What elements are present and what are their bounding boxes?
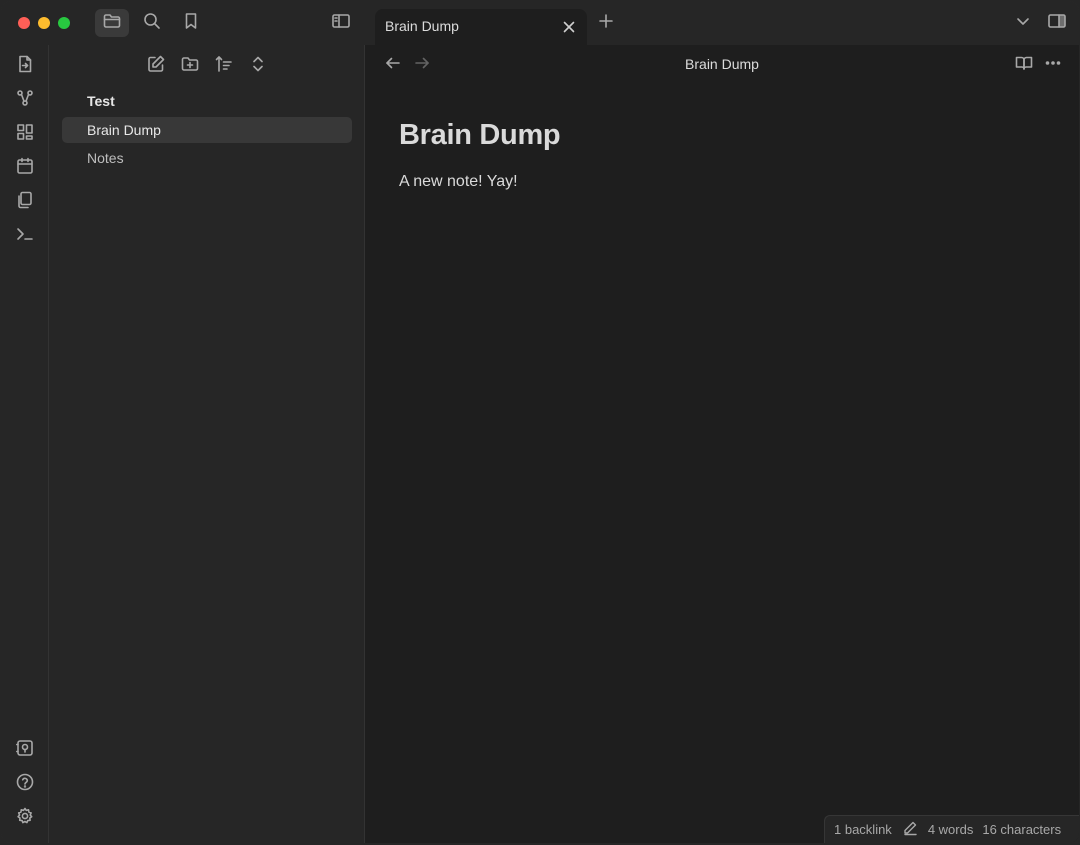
daily-note-button[interactable] <box>14 157 36 179</box>
templates-button[interactable] <box>14 191 36 213</box>
file-explorer-button[interactable] <box>95 9 129 37</box>
editing-mode-button[interactable] <box>902 820 918 839</box>
right-sidebar-toggle-icon <box>1047 11 1067 36</box>
sidebar-toggle-icon <box>331 11 351 36</box>
note-body-text[interactable]: A new note! Yay! <box>399 173 518 191</box>
folder-icon <box>102 11 122 36</box>
calendar-icon <box>15 156 35 181</box>
close-window-button[interactable] <box>18 17 30 29</box>
vault-switcher-button[interactable] <box>14 739 36 761</box>
view-header-title[interactable]: Brain Dump <box>365 56 1079 72</box>
quick-switcher-button[interactable] <box>14 55 36 77</box>
file-explorer-panel: Test Brain Dump Notes <box>49 45 365 843</box>
tab-list-button[interactable] <box>1006 9 1040 37</box>
note-heading[interactable]: Brain Dump <box>399 119 561 152</box>
templates-icon <box>15 190 35 215</box>
file-switch-icon <box>15 54 35 79</box>
reading-view-icon <box>1014 53 1034 78</box>
title-bar: Brain Dump <box>1 1 1079 45</box>
vault-icon <box>15 738 35 763</box>
collapse-all-button[interactable] <box>247 55 269 77</box>
close-icon <box>561 21 577 39</box>
new-note-button[interactable] <box>145 55 167 77</box>
help-button[interactable] <box>14 773 36 795</box>
more-options-button[interactable] <box>1043 55 1063 75</box>
bookmarks-button[interactable] <box>174 9 208 37</box>
graph-icon <box>15 88 35 113</box>
tab-title: Brain Dump <box>385 18 459 34</box>
search-button[interactable] <box>135 9 169 37</box>
settings-button[interactable] <box>14 807 36 829</box>
sort-button[interactable] <box>213 55 235 77</box>
help-icon <box>15 772 35 797</box>
reading-view-button[interactable] <box>1014 55 1034 75</box>
word-count: 4 words <box>927 822 974 837</box>
new-tab-button[interactable] <box>589 9 623 37</box>
graph-view-button[interactable] <box>14 89 36 111</box>
new-folder-icon <box>180 54 200 79</box>
app-window: Brain Dump Test Brain Dump Notes Brain D… <box>1 1 1079 843</box>
backlink-count[interactable]: 1 backlink <box>834 822 892 837</box>
canvas-button[interactable] <box>14 123 36 145</box>
status-bar: 1 backlink 4 words 16 characters <box>824 815 1079 843</box>
left-ribbon <box>1 45 49 843</box>
command-palette-button[interactable] <box>14 225 36 247</box>
file-item-notes[interactable]: Notes <box>62 145 352 171</box>
tab-brain-dump[interactable]: Brain Dump <box>375 9 587 45</box>
more-options-icon <box>1043 53 1063 78</box>
edit-pencil-icon <box>902 820 918 839</box>
canvas-icon <box>15 122 35 147</box>
search-icon <box>142 11 162 36</box>
zoom-window-button[interactable] <box>58 17 70 29</box>
tab-list-icon <box>1013 11 1033 36</box>
file-item-brain-dump[interactable]: Brain Dump <box>62 117 352 143</box>
toggle-left-sidebar-button[interactable] <box>324 9 358 37</box>
new-note-icon <box>146 54 166 79</box>
character-count: 16 characters <box>982 822 1062 837</box>
editor-pane: Brain Dump Brain Dump A new note! Yay! 1… <box>365 45 1079 843</box>
toggle-right-sidebar-button[interactable] <box>1040 9 1074 37</box>
terminal-icon <box>15 224 35 249</box>
vault-folder-name[interactable]: Test <box>87 93 115 109</box>
minimize-window-button[interactable] <box>38 17 50 29</box>
collapse-icon <box>248 54 268 79</box>
file-item-label: Notes <box>87 150 124 166</box>
new-folder-button[interactable] <box>179 55 201 77</box>
new-tab-icon <box>596 11 616 36</box>
close-tab-button[interactable] <box>561 19 577 35</box>
settings-icon <box>15 806 35 831</box>
file-item-label: Brain Dump <box>87 122 161 138</box>
sort-icon <box>214 54 234 79</box>
bookmark-icon <box>181 11 201 36</box>
